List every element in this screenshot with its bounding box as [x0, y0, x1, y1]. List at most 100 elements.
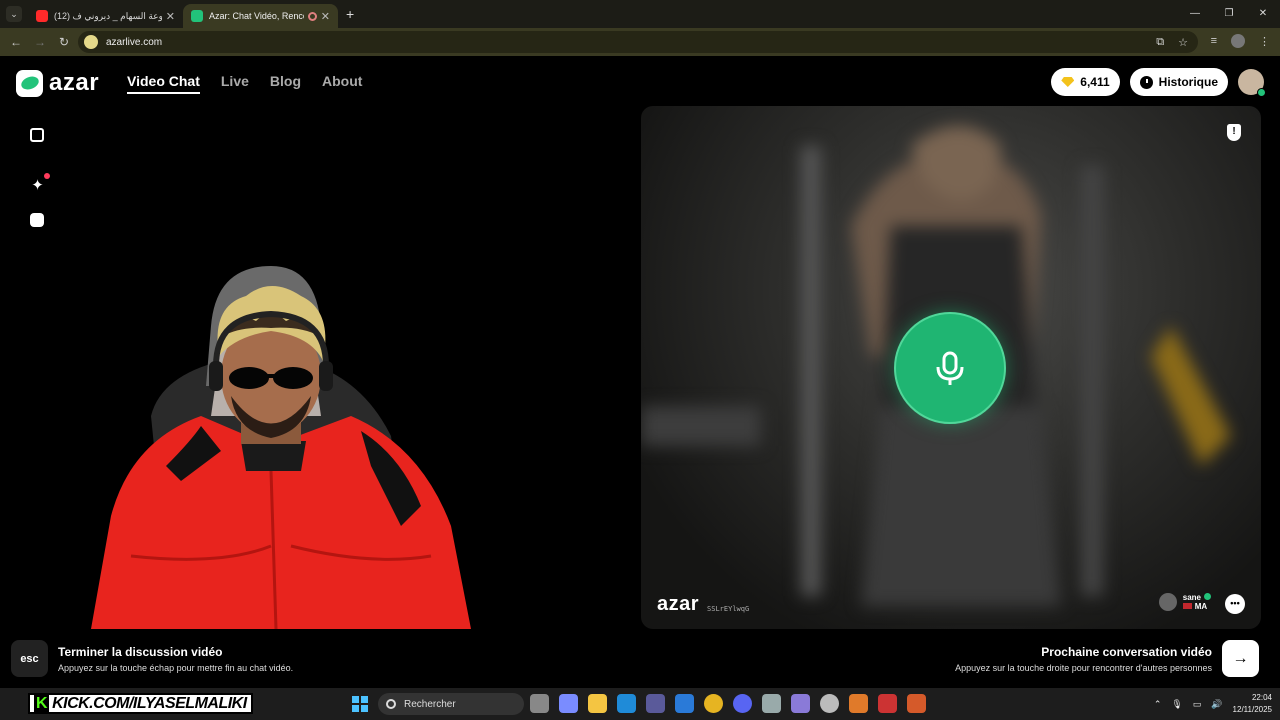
kick-text: KICK.COM/ILYASELMALIKI: [52, 694, 247, 712]
next-chat-button[interactable]: →: [1222, 640, 1259, 677]
app-icon[interactable]: [907, 694, 926, 713]
store-icon[interactable]: [646, 694, 665, 713]
tab-youtube[interactable]: (12) مجموعة السهام _ ديروني ف... ✕: [28, 4, 183, 28]
close-window-button[interactable]: ✕: [1246, 0, 1280, 28]
partner-profile-chip[interactable]: sane MA: [1158, 593, 1211, 611]
self-camera-person: [91, 266, 471, 629]
app-icon[interactable]: [762, 694, 781, 713]
self-video-panel: ✦: [11, 106, 630, 629]
nav-video-chat[interactable]: Video Chat: [127, 73, 200, 94]
nav-about[interactable]: About: [322, 73, 362, 94]
end-chat-title: Terminer la discussion vidéo: [58, 645, 223, 659]
discord-icon[interactable]: [733, 694, 752, 713]
taskbar-apps: [530, 694, 926, 713]
nav-blog[interactable]: Blog: [270, 73, 301, 94]
report-shield-icon[interactable]: !: [1227, 124, 1241, 141]
taskbar-search[interactable]: Rechercher: [378, 693, 524, 715]
address-bar-row: ← → ↻ azarlive.com ⧉ ☆ ≡ ⋮: [0, 28, 1280, 56]
window-controls: — ❐ ✕: [1178, 0, 1280, 28]
clock-icon: [1139, 75, 1153, 89]
partner-video-panel: ! azar SSLrEYlwqG sane MA •••: [641, 106, 1261, 629]
tab-title: (12) مجموعة السهام _ ديروني ف...: [54, 10, 162, 21]
gems-button[interactable]: 6,411: [1051, 68, 1120, 96]
tab-azar[interactable]: Azar: Chat Vidéo, Rencontre... ✕: [183, 4, 338, 28]
clock-time: 22:04: [1251, 693, 1272, 702]
edge-icon[interactable]: [617, 694, 636, 713]
tab-search-button[interactable]: ⌄: [6, 6, 22, 22]
app-icon[interactable]: [849, 694, 868, 713]
minimize-button[interactable]: —: [1178, 0, 1212, 28]
end-chat-subtitle: Appuyez sur la touche échap pour mettre …: [58, 663, 294, 673]
partner-avatar: [1158, 593, 1177, 611]
verified-icon: [1204, 593, 1211, 600]
task-view-icon[interactable]: [530, 694, 549, 713]
back-icon[interactable]: ←: [4, 35, 28, 49]
morocco-flag-icon: [1182, 603, 1192, 609]
history-button[interactable]: Historique: [1129, 68, 1228, 96]
url-text: azarlive.com: [106, 36, 163, 48]
bookmark-star-icon[interactable]: ☆: [1178, 36, 1188, 49]
sparkle-effects-icon[interactable]: ✦: [30, 178, 45, 193]
media-control-icon[interactable]: ≡: [1211, 35, 1217, 47]
microphone-icon: [936, 351, 964, 385]
next-chat-title: Prochaine conversation vidéo: [1041, 645, 1212, 659]
microphone-tray-icon[interactable]: 🎙: [1171, 699, 1182, 710]
chevron-up-icon[interactable]: ⌃: [1154, 699, 1162, 710]
start-button[interactable]: [352, 696, 368, 712]
notification-dot: [44, 173, 50, 179]
site-info-icon[interactable]: [84, 35, 98, 49]
microphone-button[interactable]: [894, 312, 1006, 424]
youtube-icon: [36, 10, 48, 22]
face-filter-icon[interactable]: [30, 213, 44, 227]
online-status-icon: [1257, 88, 1266, 97]
close-icon[interactable]: ✕: [321, 10, 330, 23]
azar-logo[interactable]: azar: [16, 69, 99, 97]
close-icon[interactable]: ✕: [166, 10, 175, 23]
gamepad-icon[interactable]: [791, 694, 810, 713]
menu-icon[interactable]: ⋮: [1259, 35, 1270, 48]
azar-watermark: azar SSLrEYlwqG: [657, 593, 749, 616]
windows-taskbar: K KICK.COM/ILYASELMALIKI Rechercher ⌃ 🎙 …: [0, 688, 1280, 720]
azar-page: azar Video Chat Live Blog About 6,411 Hi…: [0, 56, 1280, 688]
url-field[interactable]: azarlive.com ⧉ ☆: [78, 31, 1198, 53]
watermark-logo: azar: [657, 593, 700, 615]
browser-tab-bar: ⌄ (12) مجموعة السهام _ ديروني ف... ✕ Aza…: [0, 0, 1280, 28]
tab-title: Azar: Chat Vidéo, Rencontre...: [209, 11, 304, 21]
history-label: Historique: [1158, 75, 1218, 89]
search-icon: [386, 699, 396, 709]
copilot-icon[interactable]: [559, 694, 578, 713]
esc-key-button[interactable]: esc: [11, 640, 48, 677]
main-nav: Video Chat Live Blog About: [127, 73, 362, 94]
network-icon[interactable]: ▭: [1193, 699, 1202, 710]
chat-bubble-icon[interactable]: •••: [1225, 594, 1245, 614]
nav-live[interactable]: Live: [221, 73, 249, 94]
logo-text: azar: [49, 69, 100, 96]
profile-avatar[interactable]: [1231, 34, 1245, 48]
clock-date: 12/11/2025: [1232, 705, 1272, 714]
chrome-icon[interactable]: [704, 694, 723, 713]
mail-icon[interactable]: [675, 694, 694, 713]
next-chat-hint: Prochaine conversation vidéo Appuyez sur…: [955, 645, 1212, 673]
obs-icon[interactable]: [820, 694, 839, 713]
azar-favicon-icon: [191, 10, 203, 22]
kick-logo-icon: K: [34, 694, 50, 713]
partner-code: SSLrEYlwqG: [707, 605, 750, 613]
restore-button[interactable]: ❐: [1212, 0, 1246, 28]
user-avatar[interactable]: [1238, 69, 1266, 97]
partner-name: sane: [1182, 593, 1201, 602]
azar-logo-icon: [16, 69, 43, 97]
install-icon[interactable]: ⧉: [1156, 36, 1164, 49]
minimize-video-icon[interactable]: [30, 128, 44, 142]
kick-overlay-banner: K KICK.COM/ILYASELMALIKI: [28, 693, 253, 714]
file-explorer-icon[interactable]: [588, 694, 607, 713]
forward-icon[interactable]: →: [28, 35, 52, 49]
app-icon[interactable]: [878, 694, 897, 713]
system-tray: ⌃ 🎙 ▭ 🔊 22:04 12/11/2025: [1154, 692, 1272, 716]
search-placeholder: Rechercher: [404, 698, 456, 710]
new-tab-button[interactable]: +: [346, 6, 354, 22]
reload-icon[interactable]: ↻: [52, 35, 76, 49]
end-chat-hint: Terminer la discussion vidéo Appuyez sur…: [58, 645, 293, 673]
volume-icon[interactable]: 🔊: [1211, 699, 1222, 710]
recording-icon: [307, 11, 317, 21]
taskbar-clock[interactable]: 22:04 12/11/2025: [1233, 692, 1272, 716]
